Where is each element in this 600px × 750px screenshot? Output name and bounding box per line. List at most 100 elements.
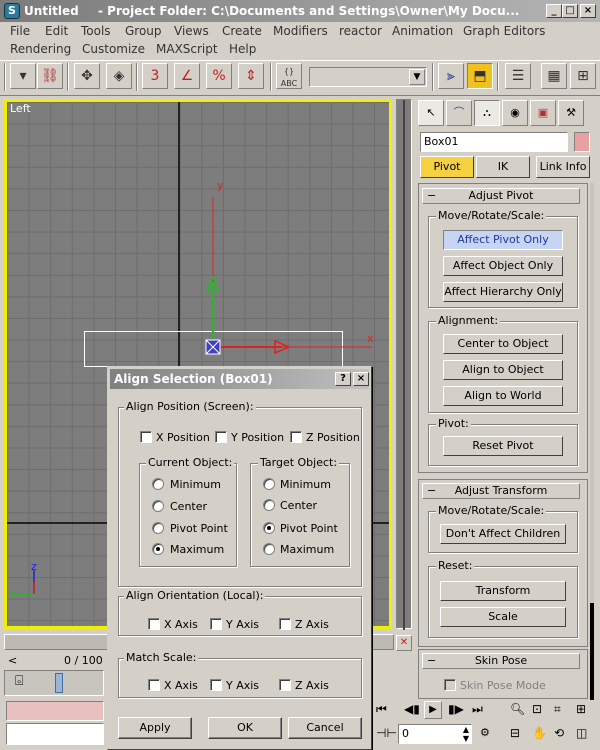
target-minimum-radio[interactable] bbox=[263, 478, 275, 490]
affect-pivot-only-button[interactable]: Affect Pivot Only bbox=[443, 230, 563, 250]
dialog-close-button[interactable]: × bbox=[353, 372, 369, 386]
goto-end-icon[interactable]: ⏭ bbox=[472, 702, 483, 717]
skin-pose-title[interactable]: − Skin Pose bbox=[422, 653, 580, 669]
maxscript-listener-pink[interactable] bbox=[6, 701, 104, 721]
current-maximum-radio[interactable] bbox=[152, 543, 164, 555]
track-bar[interactable]: ⌻ bbox=[4, 670, 104, 696]
current-frame-spinner[interactable]: 0 ▲ ▼ bbox=[398, 724, 472, 744]
menu-file[interactable]: File bbox=[10, 24, 30, 38]
align-to-object-button[interactable]: Align to Object bbox=[443, 360, 563, 380]
mirror-icon[interactable]: ⫸ bbox=[438, 63, 464, 89]
tab-link-info[interactable]: Link Info bbox=[536, 156, 590, 178]
layer-manager-icon[interactable]: ☰ bbox=[505, 63, 531, 89]
prev-frame-icon[interactable]: ◀▮ bbox=[404, 702, 420, 716]
dialog-title-bar[interactable]: Align Selection (Box01) ? × bbox=[110, 369, 369, 389]
command-panel-scrollbar[interactable] bbox=[590, 183, 594, 743]
bind-space-warp-icon[interactable]: ◈ bbox=[106, 63, 132, 89]
affect-hierarchy-only-button[interactable]: Affect Hierarchy Only bbox=[443, 282, 563, 302]
menu-maxscript[interactable]: MAXScript bbox=[156, 42, 218, 56]
tab-ik[interactable]: IK bbox=[476, 156, 530, 178]
center-to-object-button[interactable]: Center to Object bbox=[443, 334, 563, 354]
current-pivot-point-radio[interactable] bbox=[152, 522, 164, 534]
percent-snap-icon[interactable]: % bbox=[206, 63, 232, 89]
viewport-toggle-icon[interactable]: ✕ bbox=[396, 635, 412, 651]
spinner-arrows-icon[interactable]: ▲ ▼ bbox=[463, 725, 469, 743]
curve-editor-icon[interactable]: ▦ bbox=[541, 63, 567, 89]
utilities-icon[interactable]: ⚒ bbox=[558, 100, 584, 126]
reset-pivot-button[interactable]: Reset Pivot bbox=[443, 436, 563, 456]
menu-tools[interactable]: Tools bbox=[81, 24, 111, 38]
filter-icon[interactable]: ⌻ bbox=[15, 673, 23, 689]
align-to-world-button[interactable]: Align to World bbox=[443, 386, 563, 406]
orient-x-axis-checkbox[interactable] bbox=[148, 618, 160, 630]
menu-rendering[interactable]: Rendering bbox=[10, 42, 71, 56]
reset-transform-button[interactable]: Transform bbox=[440, 581, 566, 601]
reset-scale-button[interactable]: Scale bbox=[440, 607, 566, 627]
orient-z-axis-checkbox[interactable] bbox=[279, 618, 291, 630]
zoom-extents-icon[interactable]: ⌗ bbox=[554, 702, 561, 717]
play-icon[interactable]: ▶ bbox=[424, 701, 442, 719]
schematic-icon[interactable]: ⊞ bbox=[570, 63, 596, 89]
close-button[interactable]: × bbox=[580, 4, 596, 18]
named-selection-dropdown[interactable]: ▼ bbox=[309, 67, 427, 87]
menu-customize[interactable]: Customize bbox=[82, 42, 145, 56]
current-minimum-radio[interactable] bbox=[152, 478, 164, 490]
menu-group[interactable]: Group bbox=[125, 24, 162, 38]
scale-y-axis-checkbox[interactable] bbox=[210, 679, 222, 691]
goto-start-icon[interactable]: ⏮ bbox=[376, 702, 387, 717]
dialog-help-button[interactable]: ? bbox=[335, 372, 351, 386]
menu-help[interactable]: Help bbox=[229, 42, 256, 56]
angle-snap-icon[interactable]: ∠ bbox=[174, 63, 200, 89]
maxscript-listener-white[interactable] bbox=[6, 723, 104, 745]
ok-button[interactable]: OK bbox=[208, 717, 282, 739]
target-center-radio[interactable] bbox=[263, 499, 275, 511]
time-config-icon[interactable]: ⚙ bbox=[480, 726, 490, 739]
menu-modifiers[interactable]: Modifiers bbox=[273, 24, 328, 38]
key-mode-icon[interactable]: ⊣⊢ bbox=[376, 726, 397, 740]
target-pivot-point-radio[interactable] bbox=[263, 522, 275, 534]
scale-x-axis-checkbox[interactable] bbox=[148, 679, 160, 691]
arc-rotate-icon[interactable]: ⟲ bbox=[554, 726, 564, 740]
menu-views[interactable]: Views bbox=[174, 24, 209, 38]
display-icon[interactable]: ▣ bbox=[530, 100, 556, 126]
current-center-radio[interactable] bbox=[152, 500, 164, 512]
select-link-icon[interactable]: ⛓ bbox=[37, 63, 63, 89]
menu-edit[interactable]: Edit bbox=[45, 24, 68, 38]
zoom-icon[interactable]: 🔍︎ bbox=[510, 702, 525, 716]
zoom-all-icon[interactable]: ⊡ bbox=[532, 702, 542, 716]
field-of-view-icon[interactable]: ⊟ bbox=[510, 726, 520, 740]
skin-pose-mode-checkbox[interactable] bbox=[444, 679, 456, 691]
select-filter-icon[interactable]: ▾ bbox=[10, 63, 36, 89]
menu-animation[interactable]: Animation bbox=[392, 24, 453, 38]
affect-object-only-button[interactable]: Affect Object Only bbox=[443, 256, 563, 276]
orient-y-axis-checkbox[interactable] bbox=[210, 618, 222, 630]
dont-affect-children-button[interactable]: Don't Affect Children bbox=[440, 524, 566, 544]
adjust-pivot-title[interactable]: − Adjust Pivot bbox=[422, 188, 580, 204]
apply-button[interactable]: Apply bbox=[118, 717, 192, 739]
create-icon[interactable]: ↖ bbox=[418, 100, 444, 126]
chevron-down-icon[interactable]: ▼ bbox=[409, 69, 425, 85]
zoom-extents-all-icon[interactable]: ⊞ bbox=[576, 702, 586, 716]
adjust-transform-title[interactable]: − Adjust Transform bbox=[422, 483, 580, 499]
motion-icon[interactable]: ◉ bbox=[502, 100, 528, 126]
modify-icon[interactable]: ⌒ bbox=[446, 100, 472, 126]
minimize-button[interactable]: _ bbox=[546, 4, 562, 18]
hierarchy-icon[interactable]: ⛬ bbox=[474, 100, 500, 126]
time-slider-area[interactable]: < 0 / 100 bbox=[4, 652, 108, 668]
x-position-checkbox[interactable] bbox=[140, 431, 152, 443]
spinner-snap-icon[interactable]: ⇕ bbox=[238, 63, 264, 89]
tab-pivot[interactable]: Pivot bbox=[420, 156, 474, 178]
target-maximum-radio[interactable] bbox=[263, 543, 275, 555]
menu-create[interactable]: Create bbox=[222, 24, 262, 38]
y-position-checkbox[interactable] bbox=[215, 431, 227, 443]
pan-icon[interactable]: ✋ bbox=[532, 726, 547, 740]
next-frame-icon[interactable]: ▮▶ bbox=[448, 702, 464, 716]
scale-z-axis-checkbox[interactable] bbox=[279, 679, 291, 691]
unlink-icon[interactable]: ✥ bbox=[74, 63, 100, 89]
align-icon[interactable]: ⬒ bbox=[467, 63, 493, 89]
maximize-button[interactable]: □ bbox=[562, 4, 578, 18]
snap-3d-icon[interactable]: 3 bbox=[142, 63, 168, 89]
z-position-checkbox[interactable] bbox=[290, 431, 302, 443]
named-selection-icon[interactable]: {} ABC bbox=[276, 63, 302, 89]
object-color-swatch[interactable] bbox=[574, 132, 590, 152]
